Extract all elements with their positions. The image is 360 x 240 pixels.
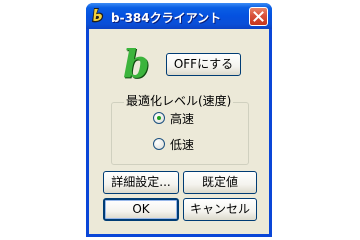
b-app-icon bbox=[92, 8, 104, 23]
radio-high-speed[interactable]: 高速 bbox=[153, 111, 213, 126]
radio-high-speed-circle bbox=[153, 112, 165, 124]
advanced-settings-label: 詳細設定... bbox=[111, 175, 171, 189]
client-dialog-window: b-384クライアント b b OFFにする 最適化レベル(速度) 高速 低速 … bbox=[86, 3, 272, 237]
logo-letter: b bbox=[123, 47, 150, 83]
radio-high-speed-label: 高速 bbox=[170, 112, 195, 126]
radio-low-speed[interactable]: 低速 bbox=[153, 137, 213, 152]
window-title: b-384クライアント bbox=[111, 11, 222, 25]
defaults-button[interactable]: 既定値 bbox=[183, 171, 257, 194]
radio-low-speed-label: 低速 bbox=[170, 138, 195, 152]
optimization-level-label: 最適化レベル(速度) bbox=[124, 92, 234, 109]
defaults-label: 既定値 bbox=[201, 175, 238, 189]
ok-button[interactable]: OK bbox=[103, 198, 179, 221]
cancel-button[interactable]: キャンセル bbox=[183, 198, 257, 221]
close-button[interactable] bbox=[249, 7, 268, 26]
advanced-settings-button[interactable]: 詳細設定... bbox=[103, 171, 179, 194]
cancel-label: キャンセル bbox=[189, 202, 250, 216]
logo-icon: b b bbox=[123, 47, 151, 83]
title-bar[interactable]: b-384クライアント bbox=[86, 3, 272, 29]
close-x-icon bbox=[253, 11, 264, 22]
off-button-label: OFFにする bbox=[173, 57, 234, 71]
radio-low-speed-circle bbox=[153, 138, 165, 150]
off-button[interactable]: OFFにする bbox=[166, 53, 241, 76]
ok-label: OK bbox=[132, 202, 150, 216]
radio-selected-dot bbox=[157, 116, 161, 120]
